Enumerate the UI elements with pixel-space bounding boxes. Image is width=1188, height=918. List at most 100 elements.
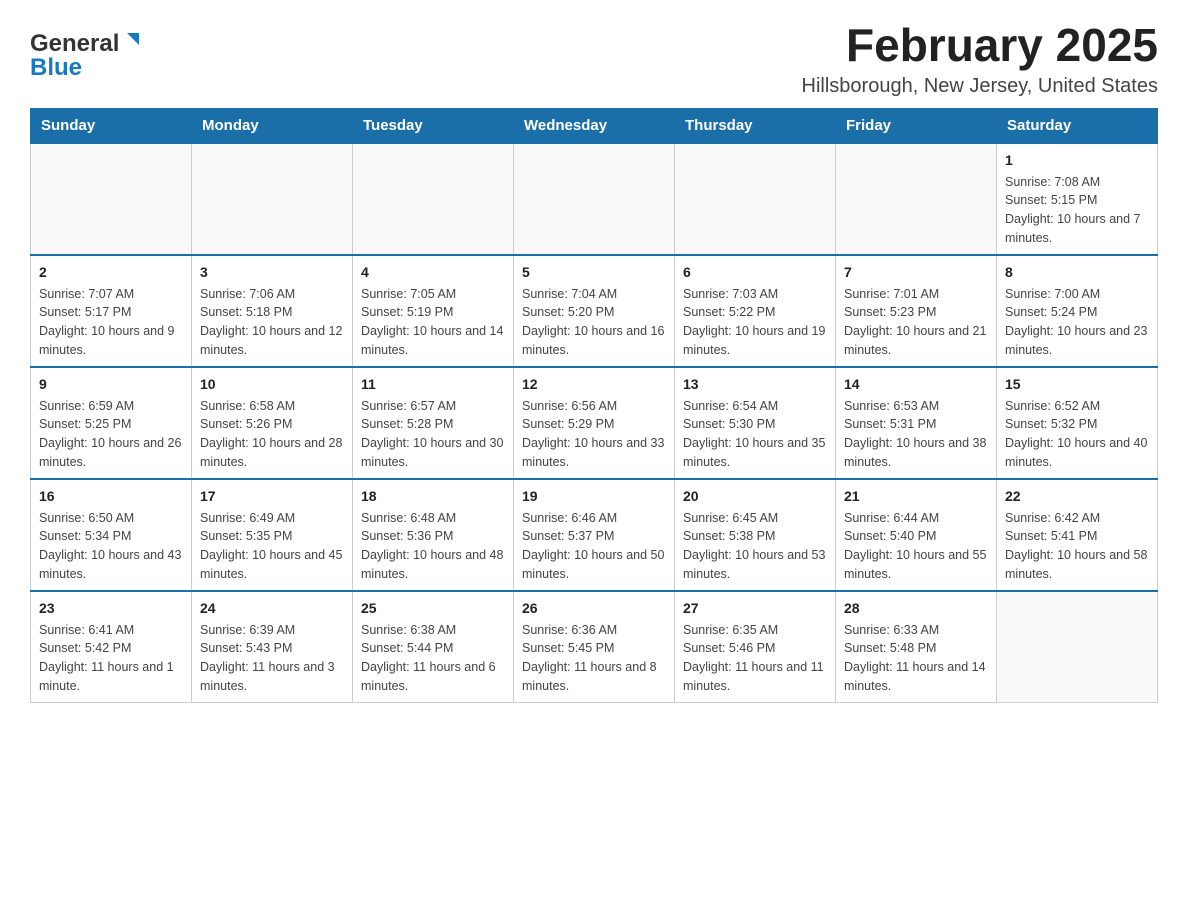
table-row xyxy=(514,143,675,255)
table-row: 28Sunrise: 6:33 AMSunset: 5:48 PMDayligh… xyxy=(836,591,997,703)
day-number: 9 xyxy=(39,374,183,395)
day-number: 10 xyxy=(200,374,344,395)
table-row: 9Sunrise: 6:59 AMSunset: 5:25 PMDaylight… xyxy=(31,367,192,479)
table-row: 23Sunrise: 6:41 AMSunset: 5:42 PMDayligh… xyxy=(31,591,192,703)
calendar-table: Sunday Monday Tuesday Wednesday Thursday… xyxy=(30,108,1158,703)
day-info: Sunrise: 6:58 AMSunset: 5:26 PMDaylight:… xyxy=(200,397,344,472)
calendar-header-row: Sunday Monday Tuesday Wednesday Thursday… xyxy=(31,108,1158,143)
col-sunday: Sunday xyxy=(31,108,192,143)
day-info: Sunrise: 6:42 AMSunset: 5:41 PMDaylight:… xyxy=(1005,509,1149,584)
calendar-week-row: 9Sunrise: 6:59 AMSunset: 5:25 PMDaylight… xyxy=(31,367,1158,479)
day-info: Sunrise: 6:59 AMSunset: 5:25 PMDaylight:… xyxy=(39,397,183,472)
table-row: 11Sunrise: 6:57 AMSunset: 5:28 PMDayligh… xyxy=(353,367,514,479)
logo: General Blue xyxy=(30,20,143,82)
table-row xyxy=(192,143,353,255)
table-row xyxy=(353,143,514,255)
table-row: 7Sunrise: 7:01 AMSunset: 5:23 PMDaylight… xyxy=(836,255,997,367)
table-row xyxy=(675,143,836,255)
day-number: 24 xyxy=(200,598,344,619)
day-info: Sunrise: 6:35 AMSunset: 5:46 PMDaylight:… xyxy=(683,621,827,696)
table-row: 27Sunrise: 6:35 AMSunset: 5:46 PMDayligh… xyxy=(675,591,836,703)
table-row: 17Sunrise: 6:49 AMSunset: 5:35 PMDayligh… xyxy=(192,479,353,591)
day-info: Sunrise: 7:00 AMSunset: 5:24 PMDaylight:… xyxy=(1005,285,1149,360)
day-info: Sunrise: 6:45 AMSunset: 5:38 PMDaylight:… xyxy=(683,509,827,584)
day-info: Sunrise: 7:05 AMSunset: 5:19 PMDaylight:… xyxy=(361,285,505,360)
day-number: 7 xyxy=(844,262,988,283)
day-info: Sunrise: 6:46 AMSunset: 5:37 PMDaylight:… xyxy=(522,509,666,584)
calendar-week-row: 23Sunrise: 6:41 AMSunset: 5:42 PMDayligh… xyxy=(31,591,1158,703)
month-title: February 2025 xyxy=(802,20,1158,71)
table-row xyxy=(997,591,1158,703)
day-number: 18 xyxy=(361,486,505,507)
day-number: 27 xyxy=(683,598,827,619)
table-row: 1Sunrise: 7:08 AMSunset: 5:15 PMDaylight… xyxy=(997,143,1158,255)
day-number: 23 xyxy=(39,598,183,619)
day-info: Sunrise: 7:07 AMSunset: 5:17 PMDaylight:… xyxy=(39,285,183,360)
table-row: 4Sunrise: 7:05 AMSunset: 5:19 PMDaylight… xyxy=(353,255,514,367)
day-number: 4 xyxy=(361,262,505,283)
logo-blue-text: Blue xyxy=(30,54,82,82)
day-info: Sunrise: 6:48 AMSunset: 5:36 PMDaylight:… xyxy=(361,509,505,584)
col-thursday: Thursday xyxy=(675,108,836,143)
table-row xyxy=(31,143,192,255)
table-row: 24Sunrise: 6:39 AMSunset: 5:43 PMDayligh… xyxy=(192,591,353,703)
day-number: 22 xyxy=(1005,486,1149,507)
day-info: Sunrise: 7:04 AMSunset: 5:20 PMDaylight:… xyxy=(522,285,666,360)
location-title: Hillsborough, New Jersey, United States xyxy=(802,75,1158,98)
table-row: 26Sunrise: 6:36 AMSunset: 5:45 PMDayligh… xyxy=(514,591,675,703)
day-info: Sunrise: 6:39 AMSunset: 5:43 PMDaylight:… xyxy=(200,621,344,696)
day-number: 16 xyxy=(39,486,183,507)
table-row: 12Sunrise: 6:56 AMSunset: 5:29 PMDayligh… xyxy=(514,367,675,479)
logo-arrow-icon xyxy=(121,29,143,56)
table-row: 10Sunrise: 6:58 AMSunset: 5:26 PMDayligh… xyxy=(192,367,353,479)
day-number: 13 xyxy=(683,374,827,395)
col-wednesday: Wednesday xyxy=(514,108,675,143)
col-friday: Friday xyxy=(836,108,997,143)
day-number: 15 xyxy=(1005,374,1149,395)
day-number: 20 xyxy=(683,486,827,507)
day-info: Sunrise: 6:33 AMSunset: 5:48 PMDaylight:… xyxy=(844,621,988,696)
table-row: 21Sunrise: 6:44 AMSunset: 5:40 PMDayligh… xyxy=(836,479,997,591)
table-row: 20Sunrise: 6:45 AMSunset: 5:38 PMDayligh… xyxy=(675,479,836,591)
table-row: 2Sunrise: 7:07 AMSunset: 5:17 PMDaylight… xyxy=(31,255,192,367)
day-info: Sunrise: 6:52 AMSunset: 5:32 PMDaylight:… xyxy=(1005,397,1149,472)
table-row xyxy=(836,143,997,255)
day-info: Sunrise: 6:57 AMSunset: 5:28 PMDaylight:… xyxy=(361,397,505,472)
calendar-week-row: 16Sunrise: 6:50 AMSunset: 5:34 PMDayligh… xyxy=(31,479,1158,591)
day-info: Sunrise: 7:03 AMSunset: 5:22 PMDaylight:… xyxy=(683,285,827,360)
table-row: 18Sunrise: 6:48 AMSunset: 5:36 PMDayligh… xyxy=(353,479,514,591)
day-number: 26 xyxy=(522,598,666,619)
col-tuesday: Tuesday xyxy=(353,108,514,143)
day-info: Sunrise: 7:01 AMSunset: 5:23 PMDaylight:… xyxy=(844,285,988,360)
page-header: General Blue February 2025 Hillsborough,… xyxy=(30,20,1158,98)
day-info: Sunrise: 7:08 AMSunset: 5:15 PMDaylight:… xyxy=(1005,173,1149,248)
day-info: Sunrise: 6:56 AMSunset: 5:29 PMDaylight:… xyxy=(522,397,666,472)
day-number: 3 xyxy=(200,262,344,283)
col-monday: Monday xyxy=(192,108,353,143)
table-row: 3Sunrise: 7:06 AMSunset: 5:18 PMDaylight… xyxy=(192,255,353,367)
day-info: Sunrise: 7:06 AMSunset: 5:18 PMDaylight:… xyxy=(200,285,344,360)
table-row: 5Sunrise: 7:04 AMSunset: 5:20 PMDaylight… xyxy=(514,255,675,367)
title-area: February 2025 Hillsborough, New Jersey, … xyxy=(802,20,1158,98)
day-info: Sunrise: 6:49 AMSunset: 5:35 PMDaylight:… xyxy=(200,509,344,584)
day-number: 19 xyxy=(522,486,666,507)
day-number: 17 xyxy=(200,486,344,507)
day-number: 2 xyxy=(39,262,183,283)
day-info: Sunrise: 6:50 AMSunset: 5:34 PMDaylight:… xyxy=(39,509,183,584)
day-info: Sunrise: 6:54 AMSunset: 5:30 PMDaylight:… xyxy=(683,397,827,472)
day-number: 25 xyxy=(361,598,505,619)
table-row: 25Sunrise: 6:38 AMSunset: 5:44 PMDayligh… xyxy=(353,591,514,703)
table-row: 22Sunrise: 6:42 AMSunset: 5:41 PMDayligh… xyxy=(997,479,1158,591)
day-number: 8 xyxy=(1005,262,1149,283)
day-number: 11 xyxy=(361,374,505,395)
day-info: Sunrise: 6:44 AMSunset: 5:40 PMDaylight:… xyxy=(844,509,988,584)
table-row: 13Sunrise: 6:54 AMSunset: 5:30 PMDayligh… xyxy=(675,367,836,479)
table-row: 15Sunrise: 6:52 AMSunset: 5:32 PMDayligh… xyxy=(997,367,1158,479)
day-number: 1 xyxy=(1005,150,1149,171)
day-info: Sunrise: 6:41 AMSunset: 5:42 PMDaylight:… xyxy=(39,621,183,696)
day-number: 21 xyxy=(844,486,988,507)
col-saturday: Saturday xyxy=(997,108,1158,143)
day-info: Sunrise: 6:38 AMSunset: 5:44 PMDaylight:… xyxy=(361,621,505,696)
table-row: 16Sunrise: 6:50 AMSunset: 5:34 PMDayligh… xyxy=(31,479,192,591)
day-number: 6 xyxy=(683,262,827,283)
